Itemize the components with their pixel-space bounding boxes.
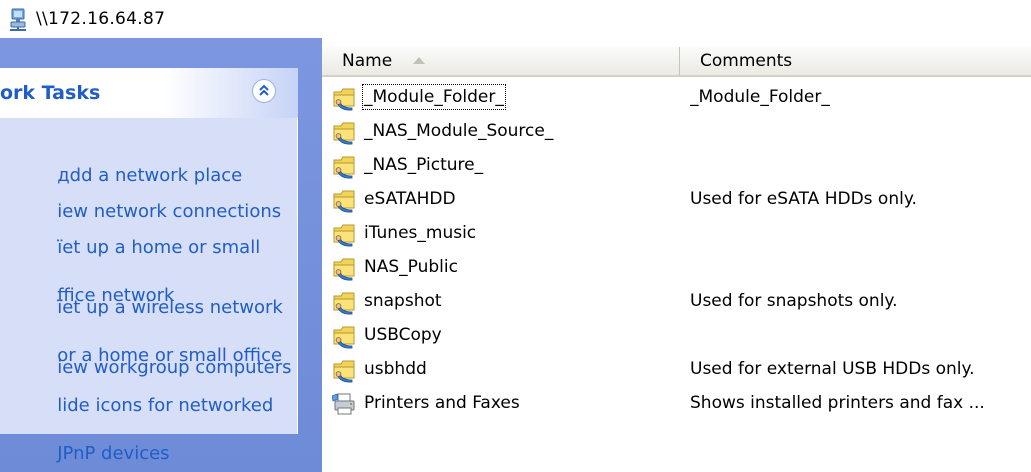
item-comment: Shows installed printers and fax ... — [690, 393, 985, 413]
list-item[interactable]: usbhdd Used for external USB HDDs only. — [322, 354, 1031, 386]
shared-folder-icon — [332, 152, 358, 180]
shared-folder-icon — [332, 84, 358, 112]
item-name[interactable]: iTunes_music — [362, 221, 478, 245]
list-item[interactable]: snapshot Used for snapshots only. — [322, 286, 1031, 318]
item-name[interactable]: _NAS_Module_Source_ — [362, 119, 555, 143]
item-name[interactable]: eSATAHDD — [362, 187, 458, 211]
item-comment: Used for external USB HDDs only. — [690, 359, 975, 379]
task-link-label: JPnP devices — [57, 443, 170, 464]
item-comment: _Module_Folder_ — [690, 87, 830, 107]
double-chevron-up-icon — [259, 84, 269, 96]
shared-folder-icon — [332, 118, 358, 146]
shared-folder-icon — [332, 254, 358, 282]
item-name[interactable]: NAS_Public — [362, 255, 460, 279]
shared-folder-icon — [332, 322, 358, 350]
list-item[interactable]: Printers and Faxes Shows installed printe… — [322, 388, 1031, 420]
list-item[interactable]: iTunes_music — [322, 218, 1031, 250]
task-pane: ork Tasks дdd a network place iew networ… — [0, 38, 322, 472]
shared-folder-icon — [332, 288, 358, 316]
network-tasks-box: ork Tasks дdd a network place iew networ… — [0, 68, 298, 472]
item-name[interactable]: _Module_Folder_ — [362, 84, 506, 110]
item-name[interactable]: Printers and Faxes — [362, 391, 522, 415]
item-name[interactable]: usbhdd — [362, 357, 429, 381]
item-name[interactable]: USBCopy — [362, 323, 444, 347]
task-link-label: їet up a wireless network — [57, 297, 283, 318]
item-name[interactable]: _NAS_Picture_ — [362, 153, 485, 177]
file-list-pane: Name Comments _Module_Folder_ _Module_Fol… — [322, 38, 1031, 472]
column-header-label: Comments — [700, 51, 793, 71]
shared-folder-icon — [332, 186, 358, 214]
printer-icon — [331, 390, 358, 418]
list-item[interactable]: NAS_Public — [322, 252, 1031, 284]
address-path[interactable]: \\172.16.64.87 — [36, 9, 165, 29]
column-header-name[interactable]: Name — [322, 47, 680, 75]
list-item[interactable]: USBCopy — [322, 320, 1031, 352]
sort-ascending-icon — [413, 57, 425, 64]
item-name[interactable]: snapshot — [362, 289, 444, 313]
list-item[interactable]: _Module_Folder_ _Module_Folder_ — [322, 82, 1031, 114]
network-tasks-list: дdd a network place iew network connecti… — [0, 118, 298, 464]
network-computer-icon — [8, 8, 30, 32]
column-header-label: Name — [342, 51, 393, 71]
network-tasks-header[interactable]: ork Tasks — [0, 68, 298, 118]
item-comment: Used for snapshots only. — [690, 291, 898, 311]
item-comment: Used for eSATA HDDs only. — [690, 189, 917, 209]
column-headers: Name Comments — [322, 47, 1031, 77]
column-header-comments[interactable]: Comments — [682, 47, 1031, 75]
shared-folder-icon — [332, 356, 358, 384]
task-link-label: lide icons for networked — [57, 395, 274, 416]
list-item[interactable]: _NAS_Picture_ — [322, 150, 1031, 182]
network-tasks-title: ork Tasks — [0, 82, 101, 104]
collapse-button[interactable] — [252, 79, 276, 103]
list-item[interactable]: eSATAHDD Used for eSATA HDDs only. — [322, 184, 1031, 216]
list-item[interactable]: _NAS_Module_Source_ — [322, 116, 1031, 148]
hide-upnp-icons-link[interactable]: lide icons for networked JPnP devices — [0, 370, 273, 472]
explorer-window: \\172.16.64.87 ork Tasks дdd a network p… — [0, 0, 1031, 472]
address-bar: \\172.16.64.87 — [0, 0, 1031, 38]
task-link-label: їet up a home or small — [57, 237, 261, 258]
shared-folder-icon — [332, 220, 358, 248]
